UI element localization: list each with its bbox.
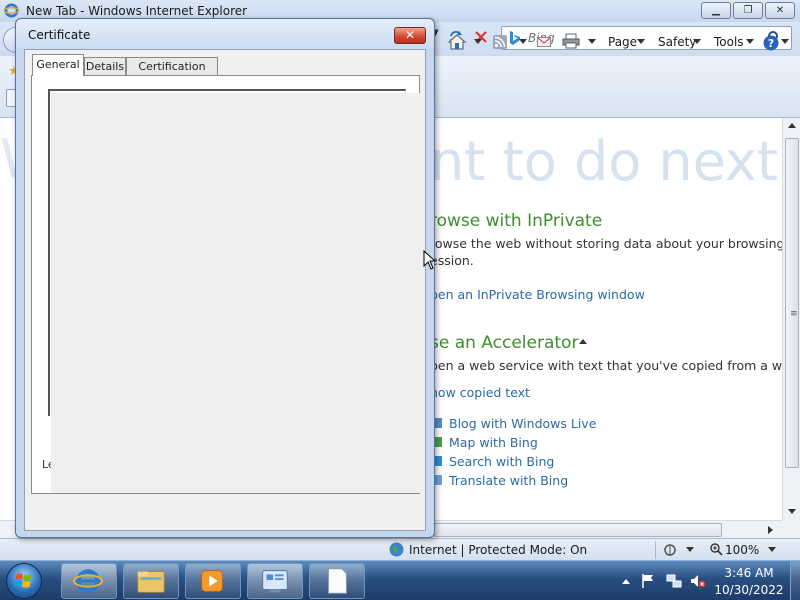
show-hidden-icons[interactable] <box>622 579 630 584</box>
tab-panel: Le <box>31 75 421 494</box>
taskbar: 3:46 AM 10/30/2022 <box>0 560 800 600</box>
background-heading: nt to do next? <box>430 130 782 193</box>
taskbar-media-player[interactable] <box>185 563 241 599</box>
read-mail-icon[interactable] <box>537 37 551 47</box>
show-desktop-button[interactable] <box>790 561 800 600</box>
taskbar-internet-explorer[interactable] <box>61 563 117 599</box>
home-dropdown-icon[interactable] <box>474 39 482 44</box>
windows-logo-icon <box>14 573 32 588</box>
zoom-level[interactable]: 100% <box>725 543 759 557</box>
help-icon[interactable]: ? <box>763 35 779 51</box>
maximize-button[interactable]: ❐ <box>733 2 763 19</box>
media-player-icon <box>201 570 223 592</box>
volume-muted-icon[interactable] <box>690 573 706 589</box>
home-icon[interactable] <box>447 33 467 51</box>
clock-time[interactable]: 3:46 AM <box>712 566 786 580</box>
dialog-title: Certificate <box>28 28 91 42</box>
zoom-icon[interactable] <box>710 543 723 556</box>
page-dropdown-icon[interactable] <box>637 39 645 44</box>
unrendered-area <box>51 93 421 493</box>
accelerator-item[interactable]: Blog with Windows Live <box>449 416 596 431</box>
accelerator-description: pen a web service with text that you've … <box>430 358 782 373</box>
svg-text:?: ? <box>768 37 774 50</box>
inprivate-description-line1: rowse the web without storing data about… <box>430 236 782 251</box>
scroll-thumb[interactable]: ≡ <box>785 138 799 468</box>
security-dropdown-icon[interactable] <box>686 547 694 552</box>
scroll-right-icon[interactable] <box>768 526 773 534</box>
mouse-cursor-icon <box>423 250 437 270</box>
print-dropdown-icon[interactable] <box>588 39 596 44</box>
feeds-dropdown-icon[interactable] <box>519 39 527 44</box>
accelerator-heading: se an Accelerator <box>430 333 579 353</box>
certificate-dialog: Certificate ✕ General Details Certificat… <box>15 18 435 538</box>
scroll-down-icon[interactable] <box>788 509 796 514</box>
scroll-up-icon[interactable] <box>788 123 796 128</box>
security-settings-icon[interactable] <box>663 542 679 558</box>
window-title: New Tab - Windows Internet Explorer <box>26 4 248 18</box>
horizontal-scroll-thumb[interactable] <box>434 523 722 537</box>
tab-general[interactable]: General <box>32 54 84 76</box>
feeds-icon[interactable] <box>493 35 507 49</box>
print-icon[interactable] <box>562 33 580 49</box>
safety-dropdown-icon[interactable] <box>693 39 701 44</box>
taskbar-document[interactable] <box>309 563 365 599</box>
page-menu[interactable]: Page <box>608 35 637 49</box>
scroll-corner <box>782 520 800 538</box>
tools-menu[interactable]: Tools <box>714 35 744 49</box>
open-inprivate-link[interactable]: pen an InPrivate Browsing window <box>430 287 645 302</box>
globe-icon <box>389 542 404 557</box>
internet-explorer-icon <box>72 569 104 593</box>
start-button[interactable] <box>6 563 42 599</box>
vertical-scrollbar[interactable]: ≡ <box>782 118 800 520</box>
tab-details[interactable]: Details <box>84 57 126 76</box>
taskbar-certificate-window[interactable] <box>247 563 303 599</box>
minimize-button[interactable]: ▁ <box>701 2 731 19</box>
action-center-flag-icon[interactable] <box>641 573 655 589</box>
show-copied-text-link[interactable]: how copied text <box>430 385 530 400</box>
ie-logo-icon <box>4 3 19 18</box>
help-dropdown-icon[interactable] <box>781 39 789 44</box>
accelerator-item[interactable]: Translate with Bing <box>449 473 568 488</box>
collapse-arrow-icon[interactable] <box>579 339 587 344</box>
tools-dropdown-icon[interactable] <box>746 39 754 44</box>
grip-icon: ≡ <box>790 309 798 319</box>
safety-menu[interactable]: Safety <box>658 35 696 49</box>
dialog-close-button[interactable]: ✕ <box>394 27 426 44</box>
inprivate-heading: rowse with InPrivate <box>430 211 603 231</box>
certificate-manager-icon <box>262 570 288 593</box>
clock-date[interactable]: 10/30/2022 <box>712 583 786 597</box>
status-bar: Internet | Protected Mode: On 100% <box>0 538 800 560</box>
accelerator-item[interactable]: Search with Bing <box>449 454 554 469</box>
status-separator <box>655 541 656 559</box>
dialog-footer <box>25 494 425 530</box>
document-icon <box>328 568 347 594</box>
tab-certification-path[interactable]: Certification Path <box>126 57 218 91</box>
dialog-body: General Details Certification Path Le <box>24 49 426 531</box>
network-icon[interactable] <box>666 573 682 589</box>
security-zone-text[interactable]: Internet | Protected Mode: On <box>409 543 587 557</box>
dialog-titlebar[interactable]: Certificate ✕ <box>16 19 434 49</box>
close-button[interactable]: ✕ <box>765 2 795 19</box>
taskbar-windows-explorer[interactable] <box>123 563 179 599</box>
zoom-dropdown-icon[interactable] <box>768 547 776 552</box>
folder-icon <box>137 571 165 593</box>
accelerator-item[interactable]: Map with Bing <box>449 435 538 450</box>
